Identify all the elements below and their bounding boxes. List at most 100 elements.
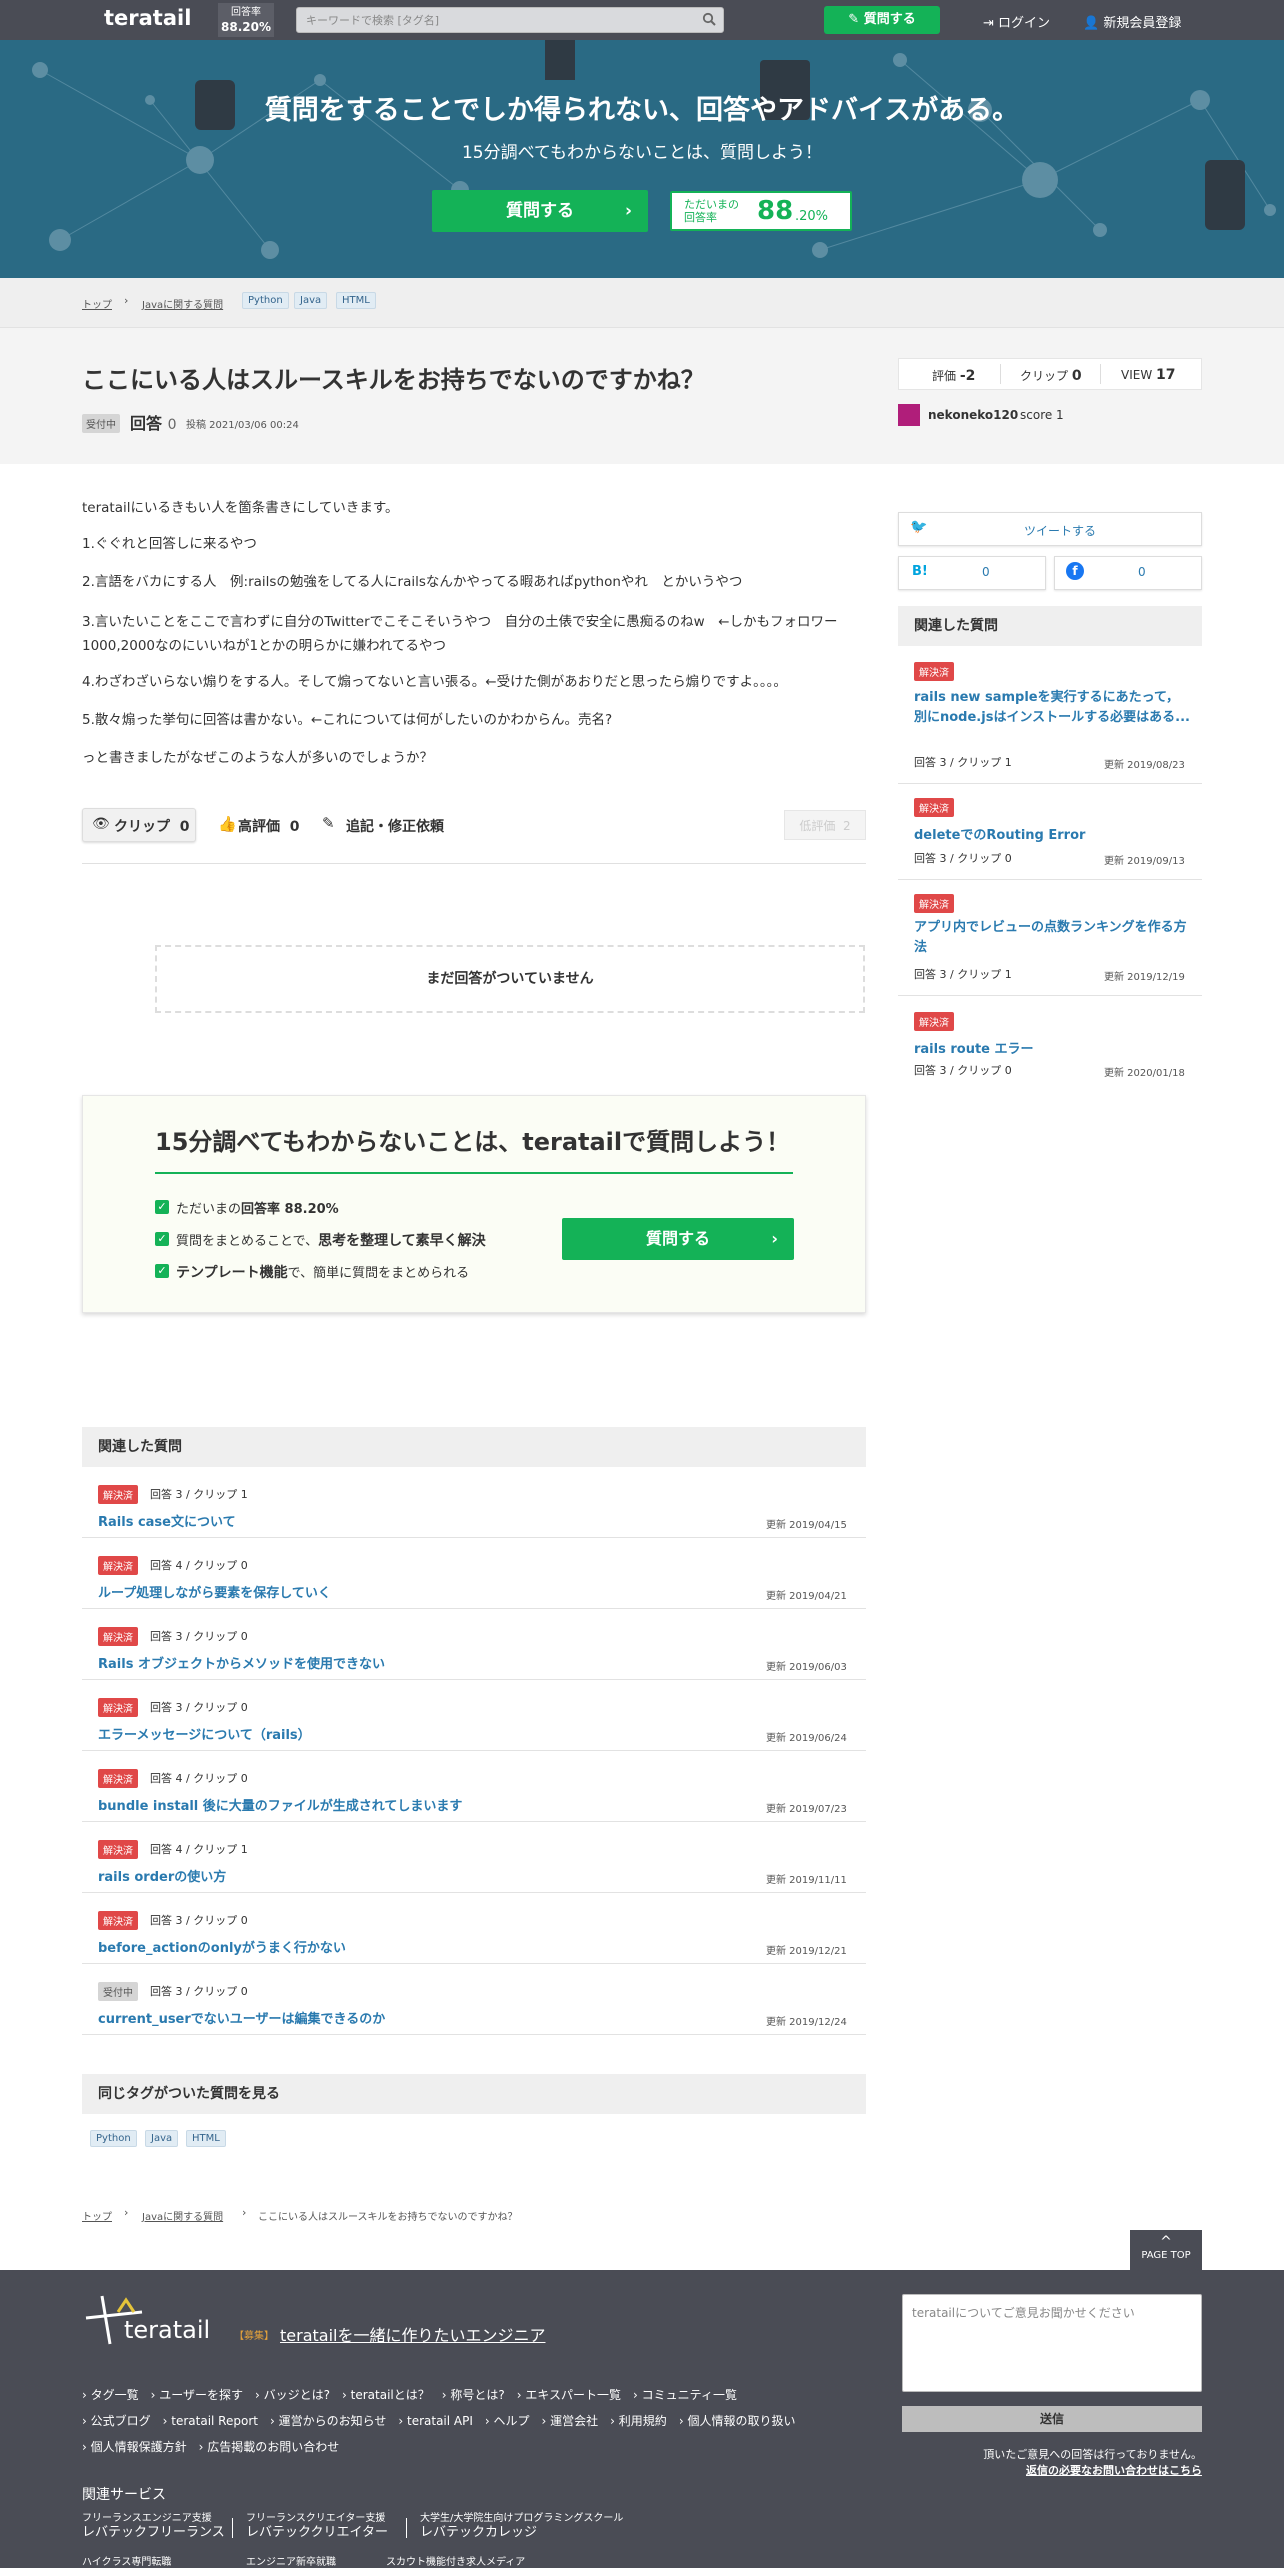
chevron-right-icon: ›	[342, 2388, 351, 2402]
promo-point-1-b: 回答率 88.20%	[241, 1202, 339, 1217]
related-meta: 回答 3 / クリップ 0	[150, 1701, 248, 1714]
promo-ask-button[interactable]: 質問する ›	[562, 1218, 794, 1260]
signup-link[interactable]: 👤 新規会員登録	[1083, 12, 1181, 31]
same-tags-heading[interactable]: 同じタグがついた質問を見る	[82, 2074, 866, 2114]
related-title-link[interactable]: rails orderの使い方	[98, 1866, 226, 1885]
footer-link[interactable]: › エキスパート一覧	[517, 2388, 621, 2402]
related-title-link[interactable]: rails new sampleを実行するにあたって，別にnode.jsはインス…	[914, 688, 1190, 728]
related-title-link[interactable]: ループ処理しながら要素を保存していく	[98, 1582, 331, 1601]
good-button[interactable]: 高評価 0	[238, 816, 300, 836]
contact-link[interactable]: 返信の必要なお問い合わせはこちら	[902, 2462, 1202, 2478]
related-title-link[interactable]: エラーメッセージについて（rails）	[98, 1724, 311, 1743]
stat-divider	[1000, 364, 1001, 384]
clip-label: クリップ 0	[114, 816, 190, 836]
related-title-link[interactable]: アプリ内でレビューの点数ランキングを作る方法	[914, 918, 1190, 958]
author-score: score 1	[1020, 408, 1064, 422]
service-name: レバテックカレッジ	[420, 2525, 538, 2540]
footer-logo[interactable]: teratail	[124, 2316, 210, 2344]
author-name[interactable]: nekoneko120	[928, 408, 1018, 422]
breadcrumb-top[interactable]: トップ	[82, 2208, 112, 2223]
hero-ask-button[interactable]: 質問する ›	[432, 190, 648, 232]
footer-link[interactable]: › 称号とは?	[442, 2388, 505, 2402]
footer-link[interactable]: › タグ一覧	[82, 2388, 139, 2402]
page-top-button[interactable]: ^ PAGE TOP	[1130, 2230, 1202, 2270]
edit-request-button[interactable]: 追記・修正依頼	[346, 816, 444, 836]
related-title-link[interactable]: Rails case文について	[98, 1511, 236, 1530]
footer-link[interactable]: › 利用規約	[610, 2414, 667, 2428]
breadcrumb-tag[interactable]: HTML	[336, 292, 376, 309]
related-title-link[interactable]: rails route エラー	[914, 1038, 1190, 1057]
avatar[interactable]	[898, 404, 920, 426]
footer-link[interactable]: › 広告掲載のお問い合わせ	[199, 2440, 340, 2454]
footer-link[interactable]: › teratailとは？	[342, 2388, 430, 2402]
related-title-link[interactable]: deleteでのRouting Error	[914, 824, 1190, 843]
footer-link[interactable]: › 運営会社	[542, 2414, 599, 2428]
low-rating-button[interactable]: 低評価 2	[784, 810, 866, 840]
login-link[interactable]: ⇥ ログイン	[983, 12, 1050, 31]
footer-link-label: バッジとは?	[263, 2388, 331, 2402]
service-link[interactable]: フリーランスクリエイター支援 レバテッククリエイター	[246, 2512, 388, 2541]
related-heading: 関連した質問	[82, 1427, 866, 1467]
related-meta: 回答 3 / クリップ 0	[150, 1985, 248, 1998]
footer-link[interactable]: › ヘルプ	[485, 2414, 530, 2428]
footer-link[interactable]: › 個人情報の取り扱い	[679, 2414, 796, 2428]
footer-link[interactable]: › コミュニティ一覧	[633, 2388, 737, 2402]
related-title-link[interactable]: Rails オブジェクトからメソッドを使用できない	[98, 1653, 385, 1672]
promo-point-3-a: テンプレート機能	[176, 1265, 288, 1281]
answer-count-value: 0	[167, 417, 177, 433]
related-meta: 回答 4 / クリップ 1	[150, 1843, 248, 1856]
footer-link[interactable]: › バッジとは?	[255, 2388, 330, 2402]
related-title-link[interactable]: before_actionのonlyがうまく行かない	[98, 1937, 346, 1956]
footer-link-label: 公式ブログ	[90, 2414, 151, 2428]
recruit-tag: 【募集】	[234, 2331, 274, 2342]
breadcrumb-separator: ›	[124, 2206, 129, 2219]
thumbs-up-icon[interactable]: 👍	[218, 815, 237, 833]
related-date: 更新 2019/04/21	[766, 1591, 847, 1602]
chevron-right-icon: ›	[541, 2414, 551, 2428]
low-rating-count: 2	[843, 819, 851, 833]
hatena-icon: B!	[912, 564, 928, 579]
search-icon[interactable]	[702, 12, 716, 26]
header-ask-button[interactable]: ✎ 質問する	[824, 6, 940, 34]
feedback-send-button[interactable]: 送信	[902, 2406, 1202, 2432]
body-paragraph: 5.散々煽った挙句に回答は書かない。←これについては何がしたいのかわからん。売名…	[82, 712, 613, 728]
sidebar-related-heading: 関連した質問	[898, 606, 1202, 646]
related-meta: 回答 3 / クリップ 0	[150, 1630, 248, 1643]
breadcrumb-category[interactable]: Javaに関する質問	[142, 296, 223, 311]
footer-link[interactable]: › teratail Report	[163, 2414, 258, 2428]
service-link[interactable]: エンジニア新卒就職	[246, 2556, 336, 2568]
tag-link[interactable]: Java	[145, 2130, 179, 2147]
breadcrumb-category[interactable]: Javaに関する質問	[142, 2208, 223, 2223]
breadcrumb-tag[interactable]: Java	[294, 292, 328, 309]
question-title: ここにいる人はスルースキルをお持ちでないのですかね？	[82, 366, 705, 394]
service-link[interactable]: フリーランスエンジニア支援 レバテックフリーランス	[82, 2512, 225, 2541]
service-link[interactable]: 大学生/大学院生向けプログラミングスクール レバテックカレッジ	[420, 2512, 623, 2541]
related-date: 更新 2019/12/19	[1104, 972, 1185, 983]
recruit-link[interactable]: teratailを一緒に作りたいエンジニア	[280, 2322, 545, 2346]
footer-link[interactable]: › ユーザーを探す	[151, 2388, 243, 2402]
footer-link-label: 利用規約	[618, 2414, 667, 2428]
related-date: 更新 2019/12/21	[766, 1946, 847, 1957]
chevron-right-icon: ›	[198, 2440, 208, 2454]
promo-point-2-a: 質問をまとめることで、	[176, 1234, 319, 1249]
footer-link[interactable]: › teratail API	[398, 2414, 473, 2428]
footer-link[interactable]: › 運営からのお知らせ	[270, 2414, 386, 2428]
site-logo[interactable]: teratail	[104, 6, 191, 30]
breadcrumb-tag[interactable]: Python	[242, 292, 289, 309]
footer-link-row: › 公式ブログ › teratail Report › 運営からのお知らせ › ter…	[82, 2412, 882, 2429]
chevron-right-icon: ›	[82, 2440, 91, 2454]
footer-link[interactable]: › 公式ブログ	[82, 2414, 151, 2428]
search-placeholder: キーワードで検索 [タグ名]	[306, 14, 440, 27]
related-title-link[interactable]: bundle install 後に大量のファイルが生成されてしまいます	[98, 1795, 462, 1814]
footer-link-label: 個人情報保護方針	[90, 2440, 187, 2454]
tag-link[interactable]: HTML	[186, 2130, 226, 2147]
footer-link[interactable]: › 個人情報保護方針	[82, 2440, 187, 2454]
related-title-link[interactable]: current_userでないユーザーは編集できるのか	[98, 2008, 385, 2027]
signup-label: 新規会員登録	[1103, 16, 1182, 31]
breadcrumb-top[interactable]: トップ	[82, 296, 112, 311]
chevron-right-icon: ›	[255, 2388, 264, 2402]
tag-link[interactable]: Python	[90, 2130, 137, 2147]
service-link[interactable]: ハイクラス専門転職	[82, 2556, 171, 2568]
related-date: 更新 2019/06/03	[766, 1662, 847, 1673]
service-link[interactable]: スカウト機能付き求人メディア	[386, 2556, 525, 2568]
